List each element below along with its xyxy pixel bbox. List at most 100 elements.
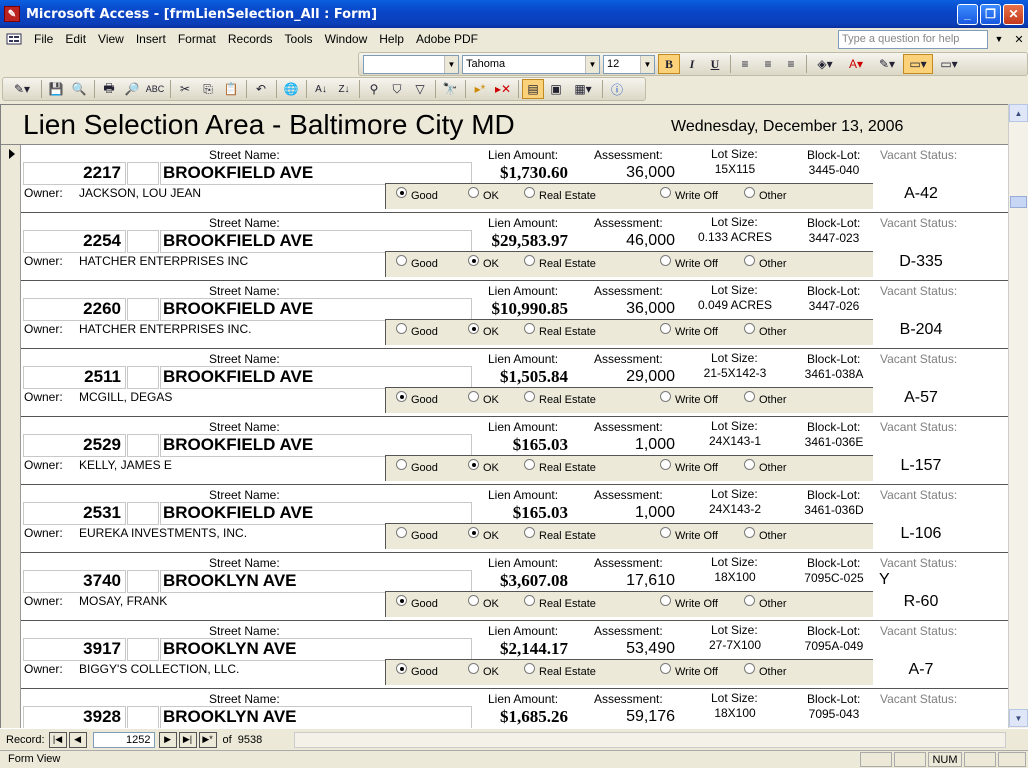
fill-color-icon[interactable]: ◈▾ (810, 54, 840, 74)
lot-size-value[interactable]: 24X143-1 (679, 434, 791, 448)
font-color-icon[interactable]: A▾ (841, 54, 871, 74)
new-record-icon[interactable]: ▸* (469, 79, 491, 99)
radio-button-icon[interactable] (524, 254, 535, 266)
radio-button-icon[interactable] (524, 662, 535, 674)
lien-amount[interactable]: $1,505.84 (471, 367, 568, 387)
option-ok[interactable]: OK (468, 526, 499, 542)
paste-icon[interactable]: 📋 (220, 79, 242, 99)
database-window-icon[interactable]: ▣ (545, 79, 567, 99)
unit-field[interactable] (127, 230, 159, 253)
option-good[interactable]: Good (396, 526, 438, 542)
option-other[interactable]: Other (744, 458, 787, 474)
view-icon[interactable]: ✎▾ (7, 79, 37, 99)
option-good[interactable]: Good (396, 254, 438, 270)
first-record-icon[interactable]: |◀ (48, 731, 67, 748)
radio-button-icon[interactable] (396, 458, 407, 470)
assessment-value[interactable]: 36,000 (581, 300, 675, 318)
option-ok[interactable]: OK (468, 594, 499, 610)
record-selector[interactable] (1, 417, 21, 485)
option-write-off[interactable]: Write Off (660, 254, 718, 270)
block-lot-value[interactable]: 3447-026 (791, 299, 877, 313)
option-ok[interactable]: OK (468, 186, 499, 202)
menu-format[interactable]: Format (172, 32, 222, 46)
sort-descending-icon[interactable]: Z↓ (333, 79, 355, 99)
owner-name[interactable]: EUREKA INVESTMENTS, INC. (79, 526, 247, 540)
record-selector[interactable] (1, 213, 21, 281)
underline-button[interactable]: U (704, 54, 726, 74)
option-good[interactable]: Good (396, 458, 438, 474)
assessment-value[interactable]: 59,176 (581, 708, 675, 726)
assessment-value[interactable]: 29,000 (581, 368, 675, 386)
owner-name[interactable]: KELLY, JAMES E (79, 458, 172, 472)
assessment-value[interactable]: 53,490 (581, 640, 675, 658)
radio-button-icon[interactable] (468, 458, 479, 470)
block-lot-value[interactable]: 3447-023 (791, 231, 877, 245)
assessment-value[interactable]: 1,000 (581, 436, 675, 454)
owner-name[interactable]: MOSAY, FRANK (79, 594, 167, 608)
option-write-off[interactable]: Write Off (660, 390, 718, 406)
radio-button-icon[interactable] (660, 594, 671, 606)
scroll-thumb[interactable] (1010, 196, 1027, 208)
owner-name[interactable]: HATCHER ENTERPRISES INC. (79, 322, 251, 336)
menu-records[interactable]: Records (222, 32, 279, 46)
option-real-estate[interactable]: Real Estate (524, 390, 596, 406)
new-object-icon[interactable]: ▦▾ (568, 79, 598, 99)
help-dropdown-icon[interactable]: ▼ (992, 30, 1006, 49)
option-write-off[interactable]: Write Off (660, 458, 718, 474)
close-button[interactable]: ✕ (1003, 3, 1024, 25)
lot-size-value[interactable]: 24X143-2 (679, 502, 791, 516)
owner-name[interactable]: JACKSON, LOU JEAN (79, 186, 201, 200)
unit-field[interactable] (127, 298, 159, 321)
radio-button-icon[interactable] (660, 662, 671, 674)
unit-field[interactable] (127, 502, 159, 525)
lien-amount[interactable]: $165.03 (471, 435, 568, 455)
radio-button-icon[interactable] (744, 594, 755, 606)
radio-button-icon[interactable] (524, 322, 535, 334)
minimize-button[interactable]: _ (957, 3, 978, 25)
option-write-off[interactable]: Write Off (660, 594, 718, 610)
scroll-up-icon[interactable]: ▲ (1009, 104, 1028, 122)
unit-field[interactable] (127, 366, 159, 389)
radio-button-icon[interactable] (524, 458, 535, 470)
lien-amount[interactable]: $3,607.08 (471, 571, 568, 591)
hyperlink-icon[interactable]: 🌐 (280, 79, 302, 99)
lien-amount[interactable]: $1,685.26 (471, 707, 568, 727)
bold-button[interactable]: B (658, 54, 680, 74)
lien-amount[interactable]: $29,583.97 (471, 231, 569, 251)
copy-icon[interactable]: ⎘ (197, 79, 219, 99)
radio-button-icon[interactable] (524, 526, 535, 538)
undo-icon[interactable]: ↶ (250, 79, 272, 99)
unit-field[interactable] (127, 570, 159, 593)
restore-button[interactable]: ❐ (980, 3, 1001, 25)
align-left-icon[interactable]: ≡ (734, 54, 756, 74)
next-record-icon[interactable]: ▶ (158, 731, 177, 748)
option-write-off[interactable]: Write Off (660, 322, 718, 338)
option-write-off[interactable]: Write Off (660, 662, 718, 678)
option-real-estate[interactable]: Real Estate (524, 526, 596, 542)
option-real-estate[interactable]: Real Estate (524, 186, 596, 202)
border-width-icon[interactable]: ▭▾ (903, 54, 933, 74)
area-code[interactable]: D-335 (876, 253, 966, 271)
block-lot-value[interactable]: 7095-043 (791, 707, 877, 721)
option-real-estate[interactable]: Real Estate (524, 254, 596, 270)
menu-tools[interactable]: Tools (279, 32, 319, 46)
radio-button-icon[interactable] (468, 526, 479, 538)
radio-button-icon[interactable] (468, 662, 479, 674)
option-ok[interactable]: OK (468, 662, 499, 678)
radio-button-icon[interactable] (468, 390, 479, 402)
menu-help[interactable]: Help (373, 32, 410, 46)
lien-amount[interactable]: $1,730.60 (471, 163, 568, 183)
ask-question-input[interactable]: Type a question for help (838, 29, 988, 49)
option-good[interactable]: Good (396, 662, 438, 678)
new-record-nav-icon[interactable]: ▶* (198, 731, 217, 748)
line-color-icon[interactable]: ✎▾ (872, 54, 902, 74)
assessment-value[interactable]: 1,000 (581, 504, 675, 522)
radio-button-icon[interactable] (744, 662, 755, 674)
radio-button-icon[interactable] (396, 662, 407, 674)
assessment-value[interactable]: 36,000 (581, 164, 675, 182)
radio-button-icon[interactable] (396, 526, 407, 538)
search-file-icon[interactable]: 🔍 (68, 79, 90, 99)
lot-size-value[interactable]: 0.133 ACRES (679, 230, 791, 244)
properties-icon[interactable]: ▤ (522, 79, 544, 99)
option-real-estate[interactable]: Real Estate (524, 458, 596, 474)
